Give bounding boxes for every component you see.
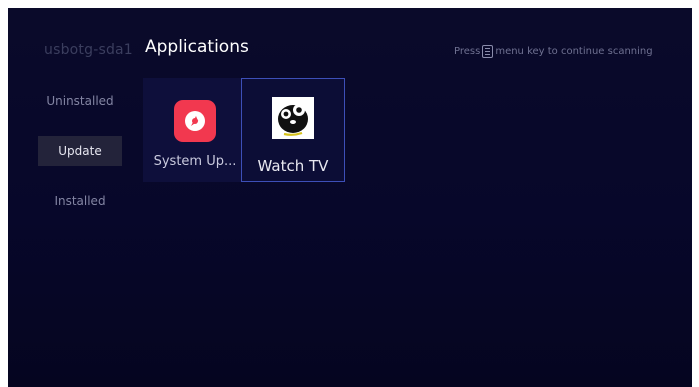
hint-suffix: menu key to continue scanning <box>495 46 653 57</box>
menu-key-icon <box>482 45 494 58</box>
page-title: Applications <box>145 37 249 57</box>
sidebar-item-installed[interactable]: Installed <box>38 186 122 216</box>
sidebar-item-label: Uninstalled <box>46 94 114 108</box>
app-label: System Up... <box>153 154 237 169</box>
sidebar-item-label: Installed <box>54 194 106 208</box>
sidebar-item-uninstalled[interactable]: Uninstalled <box>38 86 122 116</box>
hint-prefix: Press <box>454 46 481 57</box>
watch-tv-icon <box>272 97 314 139</box>
sidebar: Uninstalled Update Installed <box>38 86 122 236</box>
sidebar-item-label: Update <box>58 144 102 158</box>
scan-hint: Press menu key to continue scanning <box>454 45 653 58</box>
tv-screen: usbotg-sda1 Applications Press menu key … <box>8 8 692 387</box>
storage-device-label: usbotg-sda1 <box>44 42 133 58</box>
sidebar-item-update[interactable]: Update <box>38 136 122 166</box>
system-update-icon <box>174 100 216 142</box>
app-label: Watch TV <box>257 157 329 175</box>
app-tile-watch-tv[interactable]: Watch TV <box>241 78 345 182</box>
app-tile-system-update[interactable]: System Up... <box>143 78 247 182</box>
